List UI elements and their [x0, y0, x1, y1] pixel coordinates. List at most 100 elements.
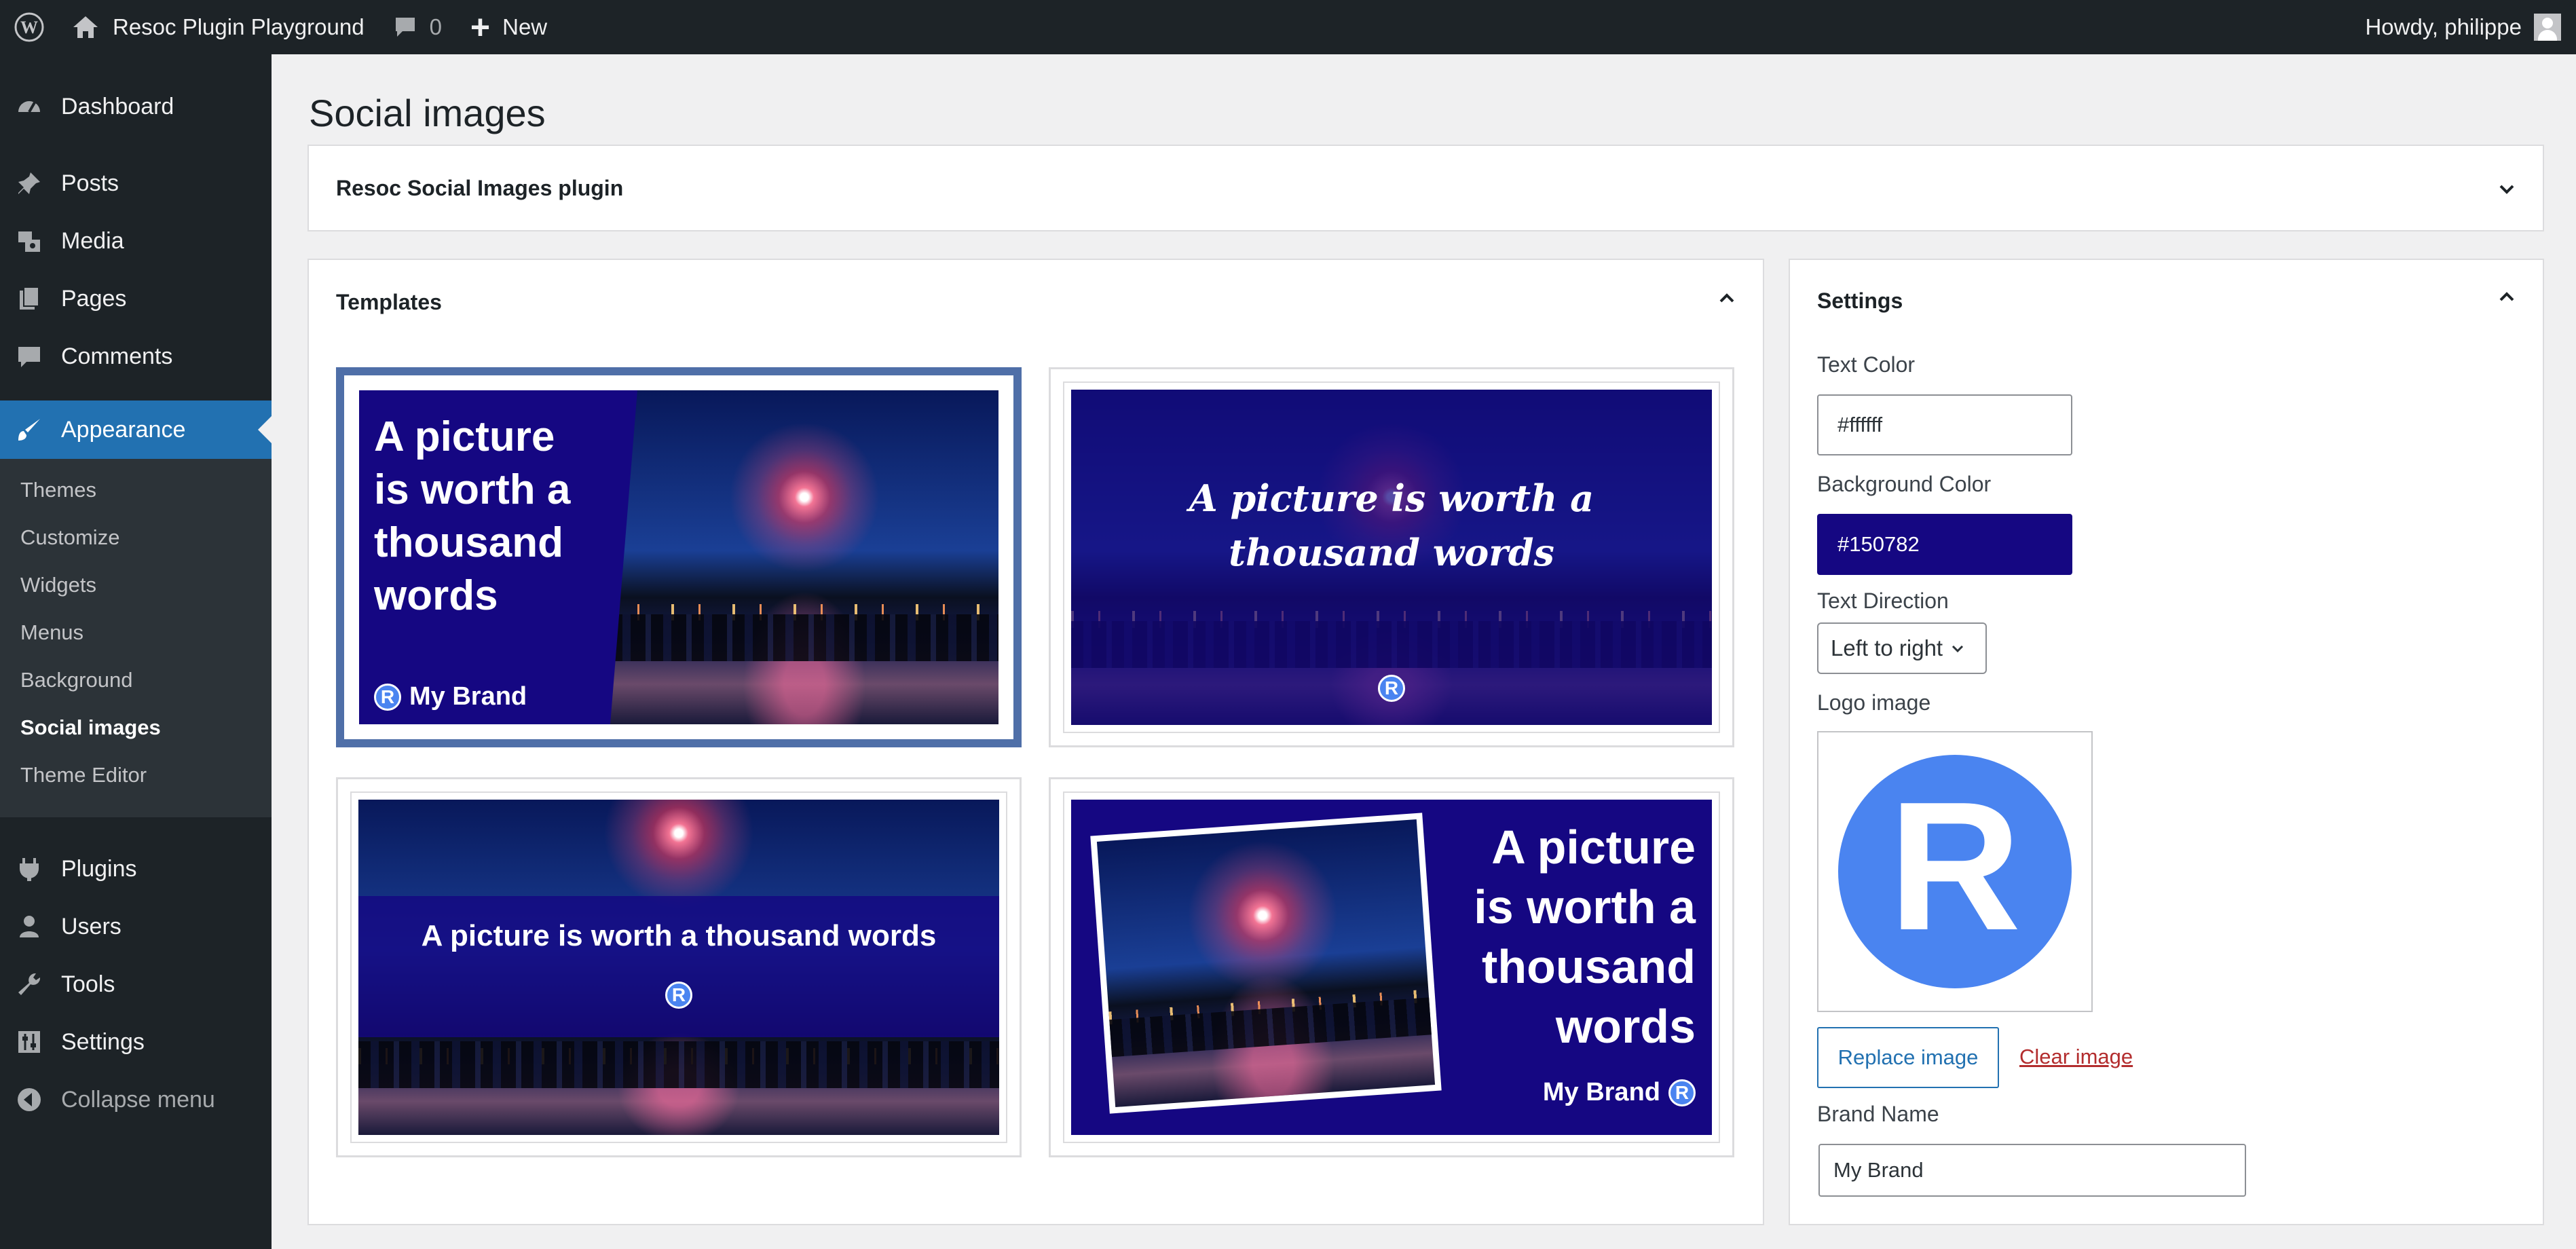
- my-account-link[interactable]: Howdy, philippe: [2365, 0, 2561, 54]
- admin-menu: Dashboard Posts Media Pages Comments App…: [0, 54, 272, 1249]
- site-name-link[interactable]: Resoc Plugin Playground: [72, 0, 365, 54]
- howdy-text: Howdy, philippe: [2365, 14, 2522, 39]
- template-brand: R My Brand: [374, 682, 527, 711]
- submenu-item-customize[interactable]: Customize: [20, 525, 119, 550]
- chevron-down-icon: [1952, 645, 1964, 653]
- template-option-3[interactable]: A picture is worth a thousand words R: [336, 777, 1022, 1157]
- fireworks-image: [610, 390, 998, 724]
- background-color-label: Background Color: [1817, 472, 1992, 496]
- menu-label: Plugins: [61, 855, 137, 882]
- menu-item-dashboard[interactable]: Dashboard: [0, 85, 272, 128]
- comments-count: 0: [429, 14, 442, 39]
- menu-item-tools[interactable]: Tools: [0, 963, 272, 1006]
- submenu-item-menus[interactable]: Menus: [20, 620, 83, 645]
- brand-name-input[interactable]: My Brand: [1818, 1144, 2246, 1197]
- diagonal-divider: [610, 390, 637, 724]
- menu-item-comments[interactable]: Comments: [0, 335, 272, 378]
- logo-image: R: [1838, 755, 2072, 988]
- media-icon: [14, 225, 45, 257]
- template-brand: My Brand R: [1543, 1078, 1696, 1107]
- submenu-item-widgets[interactable]: Widgets: [20, 573, 96, 597]
- template-headline: A picture is worth a thousand words: [1474, 821, 1696, 1053]
- menu-label: Tools: [61, 971, 115, 997]
- comments-link[interactable]: 0: [393, 0, 442, 54]
- template-preview-3: A picture is worth a thousand words R: [350, 791, 1007, 1143]
- admin-bar: W Resoc Plugin Playground 0 + New Howdy,…: [0, 0, 2576, 54]
- svg-text:R: R: [1889, 764, 2021, 969]
- text-color-label: Text Color: [1817, 352, 1916, 377]
- logo-preview: R: [1817, 731, 2093, 1012]
- comment-icon: [14, 341, 45, 372]
- plugin-info-panel[interactable]: Resoc Social Images plugin: [307, 145, 2544, 231]
- pin-icon: [14, 168, 45, 199]
- brand-name-label: Brand Name: [1817, 1102, 1939, 1126]
- chevron-up-icon[interactable]: [2498, 288, 2516, 306]
- plus-icon: +: [470, 8, 491, 46]
- chevron-up-icon[interactable]: [1718, 290, 1736, 307]
- menu-item-appearance[interactable]: Appearance: [0, 400, 272, 459]
- menu-item-settings[interactable]: Settings: [0, 1020, 272, 1064]
- clear-image-link[interactable]: Clear image: [2019, 1045, 2133, 1069]
- collapse-icon: [14, 1084, 45, 1115]
- template-option-1[interactable]: A picture is worth a thousand words R My…: [336, 367, 1022, 747]
- menu-label: Users: [61, 913, 122, 939]
- text-band: [358, 896, 999, 1037]
- menu-label: Posts: [61, 170, 119, 196]
- menu-item-plugins[interactable]: Plugins: [0, 847, 272, 891]
- settings-icon: [14, 1026, 45, 1058]
- template-option-2[interactable]: A picture is worth a thousand words R: [1049, 367, 1734, 747]
- comment-icon: [395, 18, 415, 37]
- chevron-down-icon[interactable]: [2498, 180, 2516, 198]
- brand-logo-icon: R: [1668, 1079, 1696, 1106]
- text-direction-select[interactable]: Left to right: [1817, 622, 1987, 674]
- templates-panel-title: Templates: [336, 290, 442, 314]
- template-preview-2: A picture is worth a thousand words R: [1063, 381, 1720, 733]
- submenu-item-themes[interactable]: Themes: [20, 478, 96, 502]
- logo-image-label: Logo image: [1817, 690, 1931, 715]
- menu-item-media[interactable]: Media: [0, 219, 272, 263]
- settings-panel: Settings Text Color #ffffff Background C…: [1789, 259, 2544, 1225]
- wrench-icon: [14, 969, 45, 1000]
- menu-label: Comments: [61, 343, 173, 369]
- new-label: New: [502, 14, 548, 39]
- template-headline: A picture is worth a thousand words: [374, 413, 571, 619]
- menu-item-posts[interactable]: Posts: [0, 162, 272, 205]
- plugin-panel-title: Resoc Social Images plugin: [336, 176, 624, 200]
- avatar: [2534, 14, 2561, 41]
- brand-name: My Brand: [1542, 1078, 1660, 1106]
- plugin-icon: [14, 853, 45, 884]
- template-headline: A picture is worth a thousand words: [421, 919, 937, 952]
- text-direction-value: Left to right: [1831, 635, 1943, 660]
- site-name: Resoc Plugin Playground: [113, 14, 365, 39]
- page-title: Social images: [309, 92, 546, 134]
- template-option-4[interactable]: A picture is worth a thousand words My B…: [1049, 777, 1734, 1157]
- background-color-field[interactable]: #150782: [1817, 514, 2072, 575]
- tilted-photo-frame: [1090, 813, 1442, 1114]
- brand-logo-icon: R: [374, 683, 401, 711]
- new-content-link[interactable]: + New: [470, 0, 547, 54]
- brand-name: My Brand: [409, 682, 527, 711]
- templates-panel: Templates A picture is worth a thousand …: [307, 259, 1764, 1225]
- template-preview-4: A picture is worth a thousand words My B…: [1063, 791, 1720, 1143]
- menu-label: Appearance: [61, 416, 186, 443]
- text-direction-label: Text Direction: [1817, 589, 1949, 613]
- menu-label: Dashboard: [61, 93, 174, 119]
- menu-item-pages[interactable]: Pages: [0, 277, 272, 320]
- replace-image-button[interactable]: Replace image: [1817, 1027, 1999, 1088]
- template-preview-1: A picture is worth a thousand words R My…: [359, 390, 998, 724]
- home-icon: [73, 16, 98, 38]
- appearance-submenu: Themes Customize Widgets Menus Backgroun…: [0, 459, 272, 817]
- pages-icon: [14, 283, 45, 314]
- fireworks-image: [1096, 819, 1436, 1107]
- menu-label: Settings: [61, 1028, 145, 1055]
- menu-label: Pages: [61, 285, 127, 312]
- wordpress-logo-icon[interactable]: W: [0, 0, 58, 54]
- menu-label: Media: [61, 227, 124, 254]
- collapse-menu-button[interactable]: Collapse menu: [0, 1078, 272, 1121]
- text-color-field[interactable]: #ffffff: [1817, 394, 2072, 455]
- users-icon: [14, 911, 45, 942]
- submenu-item-social-images[interactable]: Social images: [20, 715, 161, 740]
- menu-item-users[interactable]: Users: [0, 905, 272, 948]
- submenu-item-theme-editor[interactable]: Theme Editor: [20, 763, 147, 787]
- submenu-item-background[interactable]: Background: [20, 668, 132, 692]
